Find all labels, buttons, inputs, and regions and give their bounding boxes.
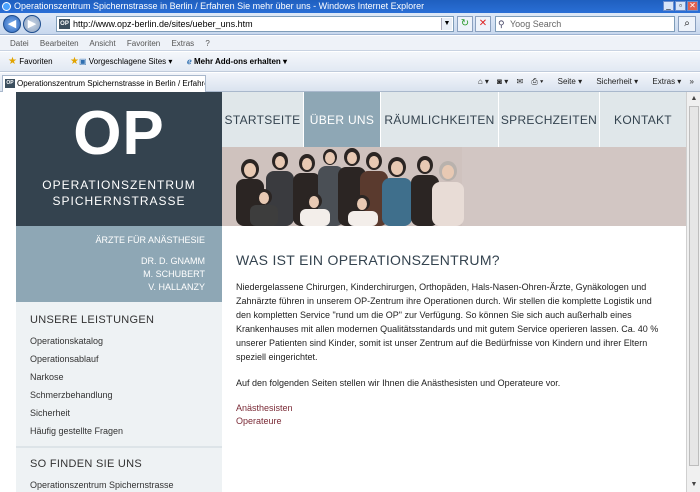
team-photo xyxy=(222,147,686,226)
security-menu-label: Sicherheit xyxy=(596,77,632,86)
security-menu[interactable]: Sicherheit ▾ xyxy=(590,77,638,86)
scrollbar-thumb[interactable] xyxy=(689,106,699,466)
site-favicon-icon: OP xyxy=(59,19,70,29)
surgeons-link[interactable]: Operateure xyxy=(236,415,666,428)
more-tools-icon[interactable]: » xyxy=(690,77,694,86)
suggested-sites-label: Vorgeschlagene Sites xyxy=(88,57,167,66)
favorites-bar: ★ Favoriten ★▣ Vorgeschlagene Sites ▾ ℯ … xyxy=(0,52,700,72)
services-heading: UNSERE LEISTUNGEN xyxy=(30,314,155,326)
menu-extras[interactable]: Extras xyxy=(171,39,194,48)
search-button[interactable]: ⌕ xyxy=(678,16,696,32)
browser-tab[interactable]: OP Operationszentrum Spichernstrasse in … xyxy=(2,75,206,92)
page-menu[interactable]: Seite ▾ xyxy=(552,77,582,86)
favorites-label: Favoriten xyxy=(19,57,53,66)
maximize-button[interactable]: ▫ xyxy=(675,1,686,11)
vertical-scrollbar[interactable]: ▲ ▼ xyxy=(686,92,700,492)
anaesthesia-box: ÄRZTE FÜR ANÄSTHESIE DR. D. GNAMM M. SCH… xyxy=(16,226,222,302)
command-bar: ⌂ ▾ ◙ ▾ ✉ ⎙ ▾ Seite ▾ Sicherheit ▾ Extra… xyxy=(472,73,694,91)
stop-button[interactable]: ✕ xyxy=(475,16,491,32)
address-dropdown-icon[interactable]: ▼ xyxy=(441,18,452,30)
window-controls: _ ▫ ✕ xyxy=(663,1,698,11)
page-heading: WAS IST EIN OPERATIONSZENTRUM? xyxy=(236,252,500,268)
services-link[interactable]: Sicherheit xyxy=(30,404,215,422)
services-link[interactable]: Narkose xyxy=(30,368,215,386)
close-window-button[interactable]: ✕ xyxy=(687,1,698,11)
menu-ansicht[interactable]: Ansicht xyxy=(89,39,115,48)
main-navigation: STARTSEITE ÜBER UNS RÄUMLICHKEITEN SPREC… xyxy=(222,92,686,147)
scroll-down-arrow-icon[interactable]: ▼ xyxy=(689,480,699,490)
favorites-button[interactable]: ★ Favoriten xyxy=(8,52,53,72)
window-titlebar: Operationszentrum Spichernstrasse in Ber… xyxy=(0,0,700,13)
anaesthesia-heading: ÄRZTE FÜR ANÄSTHESIE xyxy=(95,235,205,245)
site-logo[interactable]: OP OPERATIONSZENTRUM SPICHERNSTRASSE xyxy=(16,92,222,226)
menu-datei[interactable]: Datei xyxy=(10,39,29,48)
feeds-icon[interactable]: ◙ ▾ xyxy=(497,77,508,86)
anaesthetists-link[interactable]: Anästhesisten xyxy=(236,402,666,415)
address-toolbar: ◀ ▶ OP http://www.opz-berlin.de/sites/ue… xyxy=(0,13,700,35)
services-section: UNSERE LEISTUNGEN Operationskatalog Oper… xyxy=(30,314,215,440)
refresh-button[interactable]: ↻ xyxy=(457,16,473,32)
tab-favicon-icon: OP xyxy=(5,79,15,88)
extras-menu[interactable]: Extras ▾ xyxy=(646,77,681,86)
scroll-up-arrow-icon[interactable]: ▲ xyxy=(689,94,699,104)
search-field[interactable]: ⚲ Yoog Search xyxy=(495,16,675,32)
favorites-star-icon: ★ xyxy=(8,56,17,67)
tab-title: Operationszentrum Spichernstrasse in Ber… xyxy=(17,79,206,88)
page-content: OP OPERATIONSZENTRUM SPICHERNSTRASSE ÄRZ… xyxy=(0,92,686,492)
addons-icon: ℯ xyxy=(187,57,192,66)
ie-logo-icon xyxy=(2,2,11,11)
find-us-section: SO FINDEN SIE UNS Operationszentrum Spic… xyxy=(30,458,215,492)
team-photo-image xyxy=(222,147,686,226)
extras-menu-label: Extras xyxy=(652,77,676,86)
services-link[interactable]: Operationskatalog xyxy=(30,332,215,350)
logo-mark: OP xyxy=(73,99,165,168)
services-link[interactable]: Häufig gestellte Fragen xyxy=(30,422,215,440)
intro-paragraph: Niedergelassene Chirurgen, Kinderchirurg… xyxy=(236,282,659,362)
tab-bar: OP Operationszentrum Spichernstrasse in … xyxy=(0,73,700,92)
find-us-link[interactable]: Operationszentrum Spichernstrasse xyxy=(30,476,215,492)
address-url: http://www.opz-berlin.de/sites/ueber_uns… xyxy=(73,19,253,29)
search-placeholder: Yoog Search xyxy=(510,19,562,29)
menu-bearbeiten[interactable]: Bearbeiten xyxy=(40,39,79,48)
forward-button[interactable]: ▶ xyxy=(23,15,41,33)
address-field[interactable]: OP http://www.opz-berlin.de/sites/ueber_… xyxy=(56,16,454,32)
doctor-name: M. SCHUBERT xyxy=(143,269,205,279)
addons-label: Mehr Add-ons erhalten xyxy=(193,57,281,66)
logo-line-2: SPICHERNSTRASSE xyxy=(52,194,186,208)
print-icon[interactable]: ⎙ ▾ xyxy=(531,77,543,86)
suggested-sites-icon: ▣ xyxy=(78,57,87,66)
find-us-heading: SO FINDEN SIE UNS xyxy=(30,458,143,470)
nav-startseite[interactable]: STARTSEITE xyxy=(222,92,304,147)
services-link[interactable]: Schmerzbehandlung xyxy=(30,386,215,404)
page-menu-label: Seite xyxy=(557,77,576,86)
menu-help[interactable]: ? xyxy=(205,39,209,48)
nav-kontakt[interactable]: KONTAKT xyxy=(600,92,686,147)
doctor-name: V. HALLANZY xyxy=(148,282,205,292)
doctor-name: DR. D. GNAMM xyxy=(141,256,205,266)
followup-paragraph: Auf den folgenden Seiten stellen wir Ihn… xyxy=(236,378,561,388)
menu-bar: Datei Bearbeiten Ansicht Favoriten Extra… xyxy=(0,36,700,51)
home-icon[interactable]: ⌂ ▾ xyxy=(478,77,489,86)
add-favorite-icon: ★ xyxy=(70,56,79,67)
addons-button[interactable]: ℯ Mehr Add-ons erhalten ▾ xyxy=(187,52,287,72)
sidebar: OP OPERATIONSZENTRUM SPICHERNSTRASSE ÄRZ… xyxy=(16,92,222,492)
menu-favoriten[interactable]: Favoriten xyxy=(127,39,160,48)
mail-icon[interactable]: ✉ xyxy=(516,77,523,86)
minimize-button[interactable]: _ xyxy=(663,1,674,11)
logo-line-1: OPERATIONSZENTRUM xyxy=(42,178,196,192)
main-content: WAS IST EIN OPERATIONSZENTRUM? Niedergel… xyxy=(236,252,666,428)
back-button[interactable]: ◀ xyxy=(3,15,21,33)
nav-sprechzeiten[interactable]: SPRECHZEITEN xyxy=(499,92,600,147)
nav-raeumlichkeiten[interactable]: RÄUMLICHKEITEN xyxy=(381,92,499,147)
sidebar-divider xyxy=(16,446,222,448)
suggested-sites-button[interactable]: ★▣ Vorgeschlagene Sites ▾ xyxy=(70,52,172,72)
window-title: Operationszentrum Spichernstrasse in Ber… xyxy=(14,1,425,11)
search-provider-icon: ⚲ xyxy=(498,19,505,29)
services-link[interactable]: Operationsablauf xyxy=(30,350,215,368)
nav-ueber-uns[interactable]: ÜBER UNS xyxy=(304,92,381,147)
